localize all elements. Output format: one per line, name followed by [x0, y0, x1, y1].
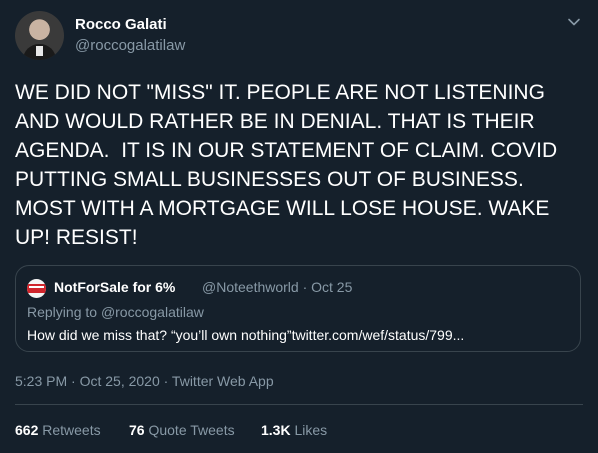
- author-name[interactable]: Rocco Galati: [75, 16, 167, 33]
- avatar-mark: [29, 286, 44, 288]
- tweet: Rocco Galati @roccogalatilaw WE DID NOT …: [0, 0, 598, 453]
- chevron-down-icon[interactable]: [566, 14, 582, 30]
- divider: [15, 404, 583, 405]
- tweet-text: WE DID NOT "MISS" IT. PEOPLE ARE NOT LIS…: [15, 81, 564, 249]
- replying-handle[interactable]: @roccogalatilaw: [101, 304, 204, 320]
- quote-tweets-stat[interactable]: 76 Quote Tweets: [129, 422, 235, 438]
- retweets-label: Retweets: [42, 422, 101, 438]
- quoted-author-meta: @Noteethworld · Oct 25: [202, 279, 353, 295]
- retweets-stat[interactable]: 662 Retweets: [15, 422, 101, 438]
- avatar-collar: [36, 46, 43, 56]
- author-avatar[interactable]: [15, 11, 64, 60]
- quoted-author-name: NotForSale for 6%: [54, 279, 176, 295]
- tweet-timestamp[interactable]: 5:23 PM · Oct 25, 2020 · Twitter Web App: [15, 373, 274, 389]
- likes-count: 1.3K: [261, 422, 291, 438]
- retweets-count: 662: [15, 422, 39, 438]
- replying-prefix: Replying to: [27, 304, 101, 320]
- likes-label: Likes: [294, 422, 328, 438]
- author-handle[interactable]: @roccogalatilaw: [75, 37, 185, 54]
- likes-stat[interactable]: 1.3K Likes: [261, 422, 327, 438]
- quotes-count: 76: [129, 422, 145, 438]
- quoted-tweet[interactable]: NotForSale for 6% @Noteethworld · Oct 25…: [15, 265, 581, 352]
- quoted-author-avatar: [27, 279, 46, 298]
- quotes-label: Quote Tweets: [148, 422, 235, 438]
- replying-to: Replying to @roccogalatilaw: [27, 304, 204, 320]
- quoted-text: How did we miss that? “you’ll own nothin…: [27, 327, 465, 343]
